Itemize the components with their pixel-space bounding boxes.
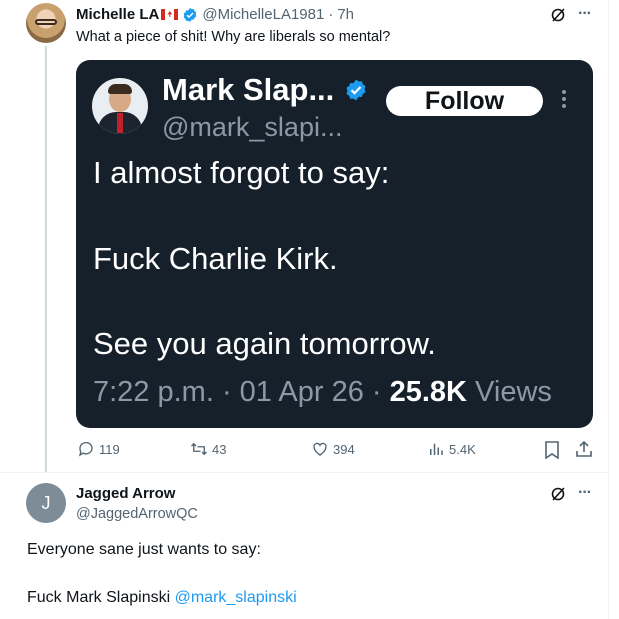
mention-link[interactable]: @mark_slapinski <box>175 589 297 606</box>
author-name[interactable]: Jagged Arrow <box>76 485 175 502</box>
views-count: 5.4K <box>449 441 476 457</box>
grok-icon[interactable] <box>550 7 566 23</box>
quoted-meta: 7:22 p.m. · 01 Apr 26 · 25.8K Views <box>93 376 552 409</box>
quoted-text-line: See you again tomorrow. <box>93 326 436 361</box>
quoted-views-count: 25.8K <box>389 376 467 408</box>
like-button[interactable]: 394 <box>311 440 355 458</box>
heart-icon <box>313 442 327 456</box>
reply-count: 119 <box>99 441 120 457</box>
repost-count: 43 <box>212 441 227 457</box>
column-border <box>608 0 609 619</box>
reply-icon <box>78 441 93 457</box>
tweet-header: Michelle LA @MichelleLA1981 · 7h <box>76 6 354 23</box>
timestamp[interactable]: 7h <box>337 6 354 23</box>
more-vertical-icon[interactable] <box>561 90 567 110</box>
quoted-author-handle: @mark_slapi... <box>162 112 343 142</box>
repost-button[interactable]: 43 <box>190 440 226 458</box>
avatar[interactable]: J <box>26 483 66 523</box>
author-handle[interactable]: @MichelleLA1981 <box>202 6 324 23</box>
canada-flag-icon <box>161 9 179 20</box>
tweet-text-body: Fuck Mark Slapinski <box>27 589 175 606</box>
verified-badge-icon <box>184 7 197 22</box>
bookmark-icon[interactable] <box>544 441 560 459</box>
quoted-text-line: I almost forgot to say: <box>93 155 390 190</box>
verified-badge-icon <box>346 79 366 101</box>
repost-icon <box>191 442 207 456</box>
reply-button[interactable]: 119 <box>77 440 120 458</box>
quoted-text-line: Fuck Charlie Kirk. <box>93 241 338 276</box>
tweet-text: What a piece of shit! Why are liberals s… <box>76 29 391 45</box>
quoted-post-card[interactable]: Mark Slap... @mark_slapi... Follow I alm… <box>76 60 593 428</box>
views-button[interactable]: 5.4K <box>427 440 476 458</box>
share-icon[interactable] <box>575 440 593 458</box>
author-name[interactable]: Michelle LA <box>76 6 159 23</box>
follow-button[interactable]: Follow <box>386 86 543 116</box>
quoted-timestamp: 7:22 p.m. · 01 Apr 26 · <box>93 376 390 408</box>
like-count: 394 <box>333 441 355 457</box>
tweet-text: Fuck Mark Slapinski @mark_slapinski <box>27 589 297 607</box>
quoted-views-label: Views <box>467 376 552 408</box>
more-icon[interactable]: ··· <box>578 484 592 502</box>
more-icon[interactable]: ··· <box>578 5 592 23</box>
tweet-text: Everyone sane just wants to say: <box>27 541 261 558</box>
quoted-author-name: Mark Slap... <box>162 72 368 108</box>
separator: · <box>328 6 334 23</box>
author-handle[interactable]: @JaggedArrowQC <box>76 506 198 522</box>
avatar[interactable] <box>92 78 148 134</box>
quoted-author-name-text: Mark Slap... <box>162 72 335 107</box>
views-chart-icon <box>430 443 443 455</box>
avatar[interactable] <box>26 3 66 43</box>
grok-icon[interactable] <box>550 486 566 502</box>
thread-line <box>45 46 47 473</box>
divider <box>0 472 608 473</box>
